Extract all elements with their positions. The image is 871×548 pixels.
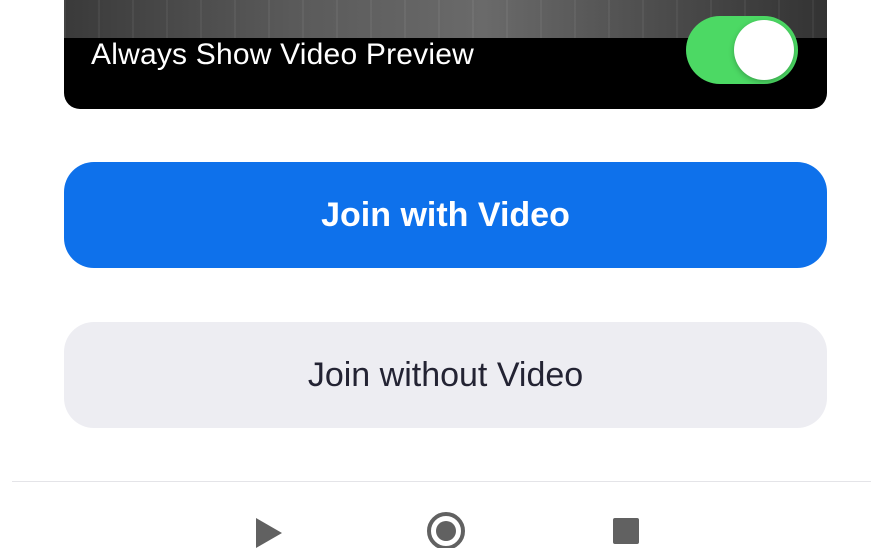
recents-square-icon[interactable]	[613, 518, 639, 544]
join-without-video-button[interactable]: Join without Video	[64, 322, 827, 428]
video-preview: Always Show Video Preview	[64, 0, 827, 109]
always-show-video-preview-label: Always Show Video Preview	[91, 38, 474, 71]
always-show-video-preview-toggle[interactable]	[686, 16, 798, 84]
join-meeting-screen: Always Show Video Preview Join with Vide…	[0, 0, 871, 548]
back-triangle-icon[interactable]	[256, 518, 282, 548]
nav-divider	[12, 481, 871, 482]
join-with-video-button[interactable]: Join with Video	[64, 162, 827, 268]
toggle-knob	[734, 20, 794, 80]
home-circle-icon[interactable]	[427, 512, 465, 548]
